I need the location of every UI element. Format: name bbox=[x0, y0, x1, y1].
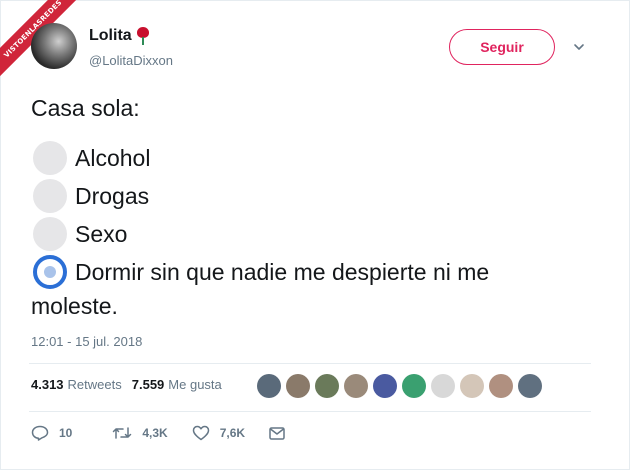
reply-icon bbox=[31, 425, 49, 441]
retweets-label[interactable]: Retweets bbox=[68, 377, 122, 392]
engagement-stats: 4.313 Retweets 7.559 Me gusta bbox=[31, 377, 232, 392]
user-handle[interactable]: @LolitaDixxon bbox=[89, 53, 173, 68]
poll-option-label: Alcohol bbox=[75, 145, 151, 171]
tweet-timestamp[interactable]: 12:01 - 15 jul. 2018 bbox=[31, 334, 142, 349]
divider bbox=[29, 411, 591, 412]
reply-count: 10 bbox=[59, 426, 73, 440]
poll-option: Dormir sin que nadie me despierte ni me bbox=[31, 255, 611, 289]
retweet-count: 4,3K bbox=[142, 426, 168, 440]
liker-avatar[interactable] bbox=[431, 374, 455, 398]
direct-message-button[interactable] bbox=[269, 426, 295, 440]
radio-unselected-icon bbox=[33, 217, 67, 251]
like-count: 7,6K bbox=[219, 426, 246, 440]
poll-option-label: Sexo bbox=[75, 221, 128, 247]
retweet-button[interactable]: 4,3K bbox=[112, 426, 168, 440]
liker-avatar[interactable] bbox=[257, 374, 281, 398]
likes-count[interactable]: 7.559 bbox=[132, 377, 165, 392]
liker-avatar[interactable] bbox=[315, 374, 339, 398]
tweet-actions: 10 4,3K 7,6K bbox=[31, 425, 319, 441]
liker-avatars bbox=[257, 374, 547, 398]
poll-option: Sexo bbox=[31, 217, 611, 251]
tweet-intro: Casa sola: bbox=[31, 95, 140, 121]
poll-option: Alcohol bbox=[31, 141, 611, 175]
avatar[interactable] bbox=[31, 23, 77, 69]
liker-avatar[interactable] bbox=[402, 374, 426, 398]
chevron-down-icon[interactable] bbox=[573, 41, 585, 53]
envelope-icon bbox=[269, 426, 285, 440]
poll-option-label: Dormir sin que nadie me despierte ni me bbox=[75, 259, 490, 285]
retweets-count[interactable]: 4.313 bbox=[31, 377, 64, 392]
heart-icon bbox=[192, 425, 209, 441]
tweet-card: VISTOENLASREDES Lolita @LolitaDixxon Seg… bbox=[0, 0, 630, 470]
like-button[interactable]: 7,6K bbox=[192, 425, 245, 441]
radio-unselected-icon bbox=[33, 141, 67, 175]
divider bbox=[29, 363, 591, 364]
poll-option-label: Drogas bbox=[75, 183, 150, 209]
retweet-icon bbox=[113, 427, 132, 439]
display-name[interactable]: Lolita bbox=[89, 27, 132, 45]
poll-options: Alcohol Drogas Sexo Dormir sin que nadie… bbox=[31, 141, 611, 321]
likes-label[interactable]: Me gusta bbox=[168, 377, 221, 392]
liker-avatar[interactable] bbox=[489, 374, 513, 398]
liker-avatar[interactable] bbox=[460, 374, 484, 398]
liker-avatar[interactable] bbox=[518, 374, 542, 398]
tweet-text: Casa sola: Alcohol Drogas Sexo Dormir si… bbox=[31, 93, 611, 321]
tweet-continuation: moleste. bbox=[31, 293, 118, 319]
radio-unselected-icon bbox=[33, 179, 67, 213]
author-name-row[interactable]: Lolita bbox=[89, 27, 150, 45]
rose-icon bbox=[136, 27, 150, 45]
liker-avatar[interactable] bbox=[344, 374, 368, 398]
reply-button[interactable]: 10 bbox=[31, 425, 72, 441]
follow-button[interactable]: Seguir bbox=[449, 29, 555, 65]
liker-avatar[interactable] bbox=[286, 374, 310, 398]
poll-option: Drogas bbox=[31, 179, 611, 213]
liker-avatar[interactable] bbox=[373, 374, 397, 398]
radio-selected-icon bbox=[33, 255, 67, 289]
